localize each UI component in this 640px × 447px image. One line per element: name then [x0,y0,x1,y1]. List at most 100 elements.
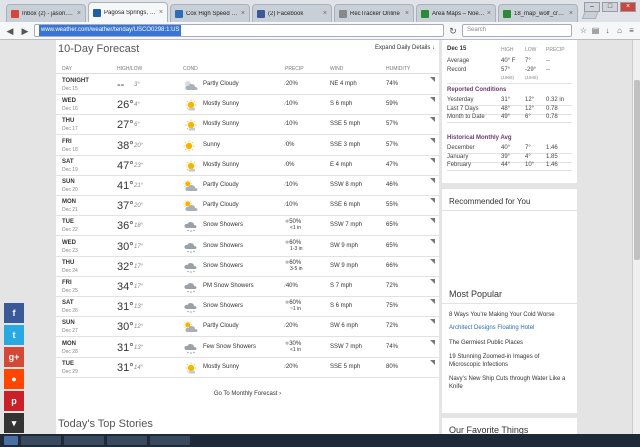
popular-article-link[interactable]: 19 Stunning Zoomed-in Images of Microsco… [449,353,572,369]
reddit-icon[interactable]: ● [4,369,24,389]
forecast-row[interactable]: THU Dec 24 32° 17° Snow Showers ❄60% 3-5 in SW … [56,256,439,277]
precip: 1.85 [546,153,558,160]
forecast-row[interactable]: THU Dec 17 27° 6° Mostly Sunny ⁄10% SSE 5 mph 5… [56,115,439,136]
address-bar: ◀ ▶ www.weather.com/weather/tenday/USCO0… [0,22,640,40]
menu-icon[interactable]: ≡ [627,26,636,35]
row-date: Dec 17 [62,126,78,133]
home-icon[interactable]: ⌂ [615,26,624,35]
forecast-row[interactable]: SAT Dec 26 31° 13° Snow Showers ❄60% ~1 in S 6 … [56,297,439,318]
url-input[interactable]: www.weather.com/weather/tenday/USCO0298:… [34,24,444,37]
row-wind: SSW 7 mph [330,222,363,229]
forecast-row[interactable]: SUN Dec 27 30° 12° Partly Cloudy ⁄20% SW 6 mph… [56,317,439,338]
forecast-row[interactable]: SUN Dec 20 41° 21° Partly Cloudy ⁄10% SSW 8 mp… [56,176,439,196]
page-scrollbar[interactable] [632,40,640,434]
high: 40° [501,145,511,151]
star-icon[interactable]: ☆ [579,26,588,35]
tab-label: Inbox (2) - jason.ales... [22,10,75,17]
row-precip: ⁄10% [285,182,298,188]
row-humidity: 57% [386,121,399,128]
forecast-row[interactable]: TONIGHT Dec 15 -- 3° Partly Cloudy ⁄20% NE 4 m… [56,75,439,95]
forecast-row[interactable]: TUE Dec 29 31° 14° Mostly Sunny ⁄20% SSE 5 mph… [56,357,439,378]
expand-row-icon[interactable] [430,319,435,325]
expand-row-icon[interactable] [430,258,435,264]
popular-article-link[interactable]: 8 Ways You're Making Your Cold Worse [449,311,572,319]
tab-close-icon[interactable]: × [241,10,245,17]
precip: 1.46 [546,145,558,151]
forecast-row[interactable]: WED Dec 16 26° 4° Mostly Sunny ⁄10% S 6 mph 59% [56,95,439,116]
browser-tab[interactable]: Pagosa Springs, CO ...× [88,2,168,22]
browser-tab[interactable]: Inbox (2) - jason.ales...× [6,4,86,22]
row-condition: PM Snow Showers [203,283,254,289]
popular-article-link[interactable]: The Germiest Public Places [449,339,572,347]
forecast-row[interactable]: TUE Dec 22 36° 18° Snow Showers ❄50% <1 in SSW … [56,216,439,237]
browser-tab[interactable]: 18_map_wolf_creek_...× [498,4,578,22]
row-precip: ❄60% 3-5 in [285,260,303,272]
taskbar-item[interactable] [64,436,104,445]
minimize-button[interactable]: – [584,2,600,12]
expand-row-icon[interactable] [430,339,435,345]
pinterest-icon[interactable]: p [4,391,24,411]
expand-row-icon[interactable] [430,198,435,204]
maximize-button[interactable]: □ [602,2,618,12]
row-day: SUN [62,179,75,185]
google-plus-icon[interactable]: g+ [4,347,24,367]
start-icon[interactable] [4,436,18,445]
col-day: DAY [62,66,72,72]
taskbar-item[interactable] [150,436,190,445]
twitter-icon[interactable]: t [4,325,24,345]
monthly-forecast-link[interactable]: Go To Monthly Forecast › [56,391,439,397]
download-icon[interactable]: ↓ [603,26,612,35]
browser-tab[interactable]: RecTracker Online × [334,4,414,22]
forecast-row[interactable]: FRI Dec 25 34° 17° PM Snow Showers ⁄40% S 7 mp… [56,277,439,297]
expand-row-icon[interactable] [430,117,435,123]
browser-tab[interactable]: Area Maps – Noel Sp...× [416,4,496,22]
expand-row-icon[interactable] [430,157,435,163]
forecast-row[interactable]: MON Dec 21 37° 20° Partly Cloudy ⁄10% SSE 6 mp… [56,196,439,217]
expand-row-icon[interactable] [430,77,435,82]
expand-row-icon[interactable] [430,178,435,183]
row-humidity: 66% [386,262,399,269]
snow-showers-icon [183,220,199,233]
row-condition: Partly Cloudy [203,323,239,330]
almanac-col-precip: PRECIP [546,47,565,53]
expand-row-icon[interactable] [430,359,435,365]
expand-row-icon[interactable] [430,299,435,305]
row-wind: NE 4 mph [330,81,357,87]
reload-icon[interactable]: ↻ [447,25,459,37]
close-window-button[interactable]: × [620,2,636,12]
search-input[interactable]: Search [462,24,572,37]
scrollbar-thumb[interactable] [634,80,640,260]
row-high: 36° [117,220,134,233]
back-icon[interactable]: ◀ [4,25,16,37]
expand-row-icon[interactable] [430,279,435,284]
row-day: FRI [62,138,72,145]
tab-close-icon[interactable]: × [569,10,573,17]
taskbar-item[interactable] [107,436,147,445]
forecast-row[interactable]: SAT Dec 19 47° 23° Mostly Sunny ⁄0% E 4 mph 47% [56,155,439,176]
expand-row-icon[interactable] [430,97,435,103]
tab-close-icon[interactable]: × [487,10,491,17]
forecast-row[interactable]: FRI Dec 18 38° 20° Sunny ⁄0% SSE 3 mph 57% [56,135,439,156]
row-day: WED [62,239,76,246]
popular-article-link[interactable]: Navy's New Ship Cuts through Water Like … [449,375,572,391]
tab-close-icon[interactable]: × [405,10,409,17]
expand-row-icon[interactable] [430,218,435,224]
bookmarks-icon[interactable]: ▤ [591,26,600,35]
forecast-row[interactable]: WED Dec 23 30° 17° Snow Showers ❄60% 1-3 in SW … [56,236,439,257]
facebook-icon[interactable]: f [4,303,24,323]
forecast-row[interactable]: MON Dec 28 31° 13° Few Snow Showers ❄30% <1 in… [56,337,439,358]
tab-close-icon[interactable]: × [77,10,81,17]
collapse-icon[interactable]: ▾ [4,413,24,433]
popular-article-link[interactable]: Architect Designs Floating Hotel [449,324,572,332]
browser-tab[interactable]: Cox High Speed Inte...× [170,4,250,22]
row-day: FRI [62,280,72,286]
browser-tab[interactable]: (2) Facebook × [252,4,332,22]
precip: -- [546,67,550,73]
expand-details-button[interactable]: Expand Daily Details ↓ [375,45,435,51]
expand-row-icon[interactable] [430,137,435,143]
taskbar-item[interactable] [21,436,61,445]
tab-close-icon[interactable]: × [323,10,327,17]
tab-close-icon[interactable]: × [159,9,163,16]
expand-row-icon[interactable] [430,238,435,244]
forward-icon[interactable]: ▶ [19,25,31,37]
